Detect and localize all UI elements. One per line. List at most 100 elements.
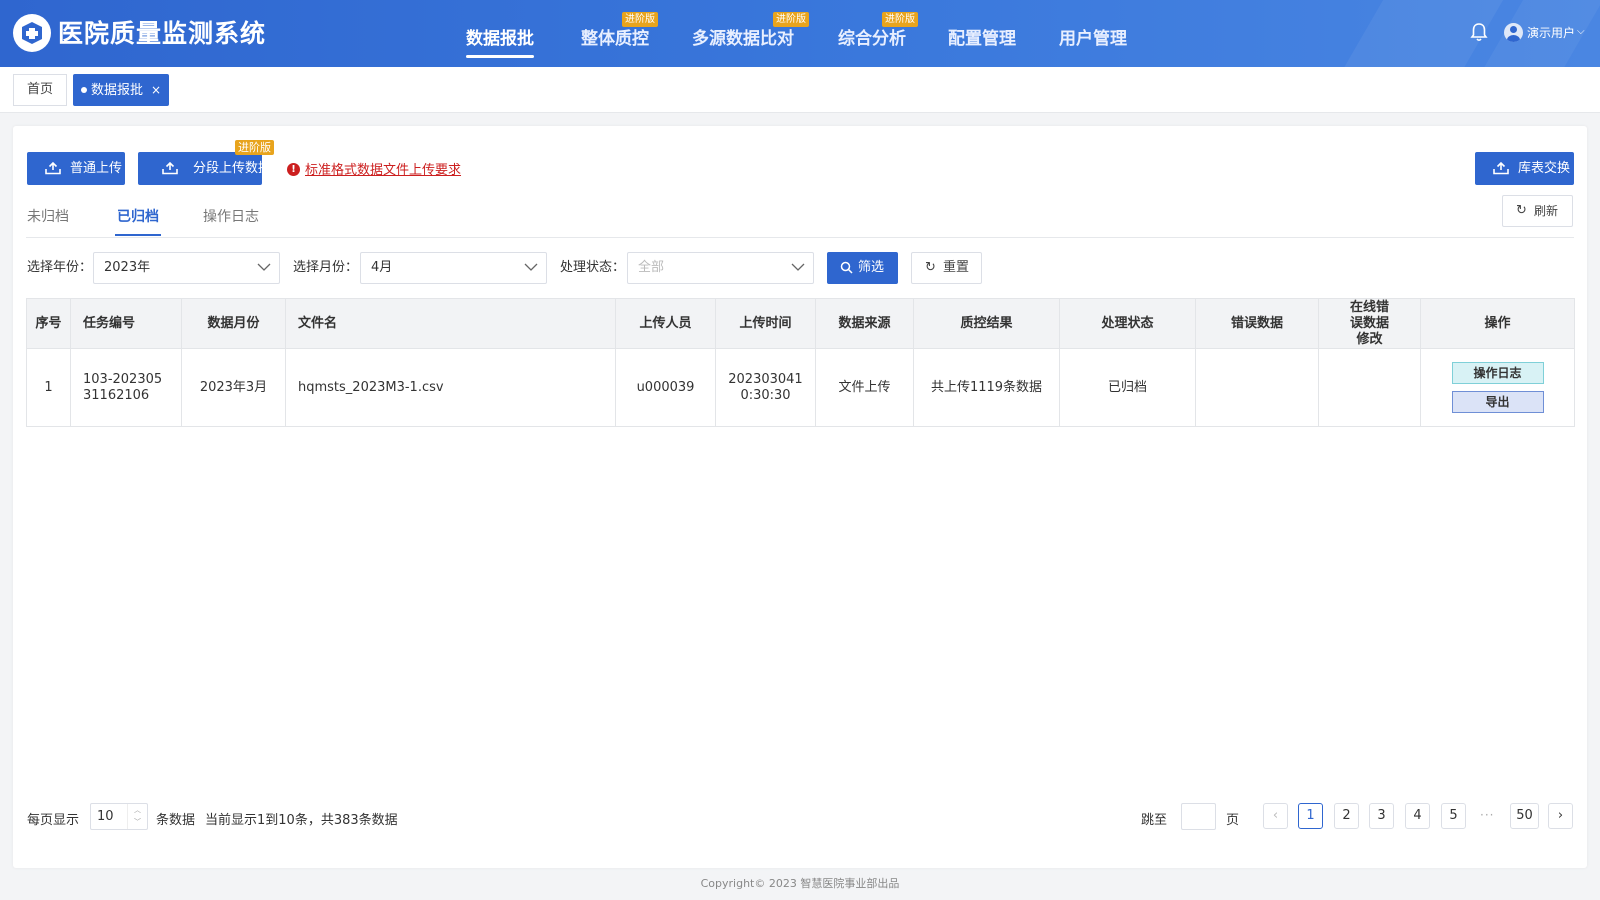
col-source: 数据来源	[815, 298, 914, 349]
cell-qc-result: 共上传1119条数据	[913, 348, 1060, 427]
table-header-row: 序号 任务编号 数据月份 文件名 上传人员 上传时间 数据来源 质控结果 处理状…	[26, 298, 1575, 349]
bell-icon[interactable]	[1470, 22, 1488, 46]
subtab-archived[interactable]: 已归档	[115, 206, 161, 236]
page-button-1[interactable]: 1	[1298, 803, 1323, 829]
cell-error-data	[1195, 348, 1319, 427]
col-qc-result: 质控结果	[913, 298, 1060, 349]
filter-button[interactable]: 筛选	[827, 252, 898, 284]
active-dot-icon	[81, 86, 87, 93]
stepper-arrows[interactable]: ︿ ﹀	[127, 804, 147, 829]
cell-file-name: hqmsts_2023M3-1.csv	[285, 348, 616, 427]
cell-source: 文件上传	[815, 348, 914, 427]
operation-log-button[interactable]: 操作日志	[1451, 362, 1544, 384]
col-actions: 操作	[1420, 298, 1575, 349]
format-requirements-link[interactable]: 标准格式数据文件上传要求	[305, 159, 461, 178]
pro-badge: 进阶版	[622, 12, 658, 27]
cell-data-month: 2023年3月	[181, 348, 286, 427]
status-placeholder: 全部	[638, 260, 665, 275]
subtab-divider	[26, 237, 1574, 238]
table-exchange-button[interactable]: 库表交换	[1475, 152, 1574, 185]
refresh-button[interactable]: ↻ 刷新	[1502, 195, 1573, 227]
table-exchange-label: 库表交换	[1518, 161, 1571, 176]
col-index: 序号	[26, 298, 71, 349]
page-button-4[interactable]: 4	[1405, 803, 1430, 829]
chevron-down-icon	[257, 263, 271, 271]
nav-multi-source-compare[interactable]: 多源数据比对	[692, 24, 794, 49]
chevron-up-icon[interactable]: ︿	[128, 804, 147, 816]
month-select[interactable]: 4月	[360, 252, 547, 284]
nav-data-approval[interactable]: 数据报批	[466, 24, 534, 58]
warning-icon: !	[287, 163, 300, 176]
search-icon	[840, 261, 853, 274]
reset-button[interactable]: ↻ 重置	[911, 252, 982, 284]
year-label: 选择年份：	[27, 260, 93, 275]
copyright-footer: Copyright© 2023 智慧医院事业部出品	[700, 877, 900, 890]
chevron-down-icon	[791, 263, 805, 271]
segment-upload-button[interactable]: 分段上传数据	[138, 152, 262, 185]
user-avatar[interactable]	[1504, 23, 1523, 42]
subtab-unarchived[interactable]: 未归档	[27, 206, 69, 226]
col-task-id: 任务编号	[70, 298, 182, 349]
pagination-ellipsis: ···	[1480, 808, 1495, 822]
page-size-value: 10	[97, 809, 114, 824]
reset-icon: ↻	[925, 260, 936, 275]
pro-badge: 进阶版	[773, 12, 809, 27]
per-page-label: 每页显示	[27, 813, 80, 828]
cell-upload-time: 2023030410:30:30	[715, 348, 816, 427]
user-name[interactable]: 演示用户	[1527, 24, 1575, 41]
hospital-logo-icon	[13, 14, 51, 52]
col-status: 处理状态	[1059, 298, 1196, 349]
app-title: 医院质量监测系统	[58, 19, 267, 48]
close-icon[interactable]: ×	[151, 83, 161, 97]
status-label: 处理状态：	[560, 260, 626, 275]
year-value: 2023年	[104, 260, 151, 275]
cell-actions: 操作日志 导出	[1420, 348, 1575, 427]
filter-label: 筛选	[858, 260, 885, 275]
col-uploader: 上传人员	[615, 298, 716, 349]
chevron-down-icon[interactable]: ﹀	[128, 816, 147, 828]
page-button-3[interactable]: 3	[1369, 803, 1394, 829]
segment-upload-label: 分段上传数据	[193, 161, 262, 176]
jump-label: 跳至	[1141, 813, 1168, 828]
upload-icon	[1493, 162, 1509, 175]
page-button-last[interactable]: 50	[1510, 803, 1539, 829]
status-select[interactable]: 全部	[627, 252, 814, 284]
top-header: 医院质量监测系统 数据报批 整体质控 多源数据比对 综合分析 配置管理 用户管理…	[0, 0, 1600, 67]
prev-page-button[interactable]: ‹	[1263, 803, 1288, 829]
normal-upload-label: 普通上传	[70, 161, 123, 176]
upload-icon	[162, 162, 178, 175]
nav-analysis[interactable]: 综合分析	[838, 24, 906, 49]
cell-task-id: 103-20230531162106	[70, 348, 182, 427]
pro-badge: 进阶版	[235, 140, 274, 155]
next-page-button[interactable]: ›	[1548, 803, 1573, 829]
table-row: 1 103-20230531162106 2023年3月 hqmsts_2023…	[26, 348, 1575, 427]
page-unit-label: 页	[1226, 813, 1240, 828]
upload-icon	[45, 162, 61, 175]
cell-status: 已归档	[1059, 348, 1196, 427]
subtab-operation-log[interactable]: 操作日志	[203, 206, 259, 226]
col-data-month: 数据月份	[181, 298, 286, 349]
year-select[interactable]: 2023年	[93, 252, 280, 284]
tab-data-approval[interactable]: 数据报批 ×	[73, 74, 170, 106]
page-size-stepper[interactable]: 10 ︿ ﹀	[90, 803, 148, 830]
cell-online-fix	[1318, 348, 1421, 427]
nav-users[interactable]: 用户管理	[1059, 24, 1127, 49]
month-label: 选择月份：	[293, 260, 359, 275]
month-value: 4月	[371, 260, 393, 275]
page-button-2[interactable]: 2	[1334, 803, 1359, 829]
jump-page-input[interactable]	[1181, 803, 1216, 830]
tab-home[interactable]: 首页	[13, 74, 68, 106]
nav-config[interactable]: 配置管理	[948, 24, 1016, 49]
export-button[interactable]: 导出	[1451, 391, 1544, 413]
normal-upload-button[interactable]: 普通上传	[27, 152, 125, 185]
archive-table: 序号 任务编号 数据月份 文件名 上传人员 上传时间 数据来源 质控结果 处理状…	[26, 298, 1575, 427]
nav-overall-qc[interactable]: 整体质控	[581, 24, 649, 49]
per-page-unit: 条数据	[156, 813, 196, 828]
col-file-name: 文件名	[285, 298, 616, 349]
tab-bar: 首页 数据报批 ×	[0, 67, 1600, 113]
page-button-5[interactable]: 5	[1441, 803, 1466, 829]
main-panel: 普通上传 分段上传数据 进阶版 ! 标准格式数据文件上传要求 库表交换 未归档 …	[13, 126, 1587, 868]
chevron-down-icon	[524, 263, 538, 271]
chevron-down-icon[interactable]: ⌵	[1577, 26, 1585, 37]
pagination-summary: 当前显示1到10条，共383条数据	[205, 813, 398, 828]
